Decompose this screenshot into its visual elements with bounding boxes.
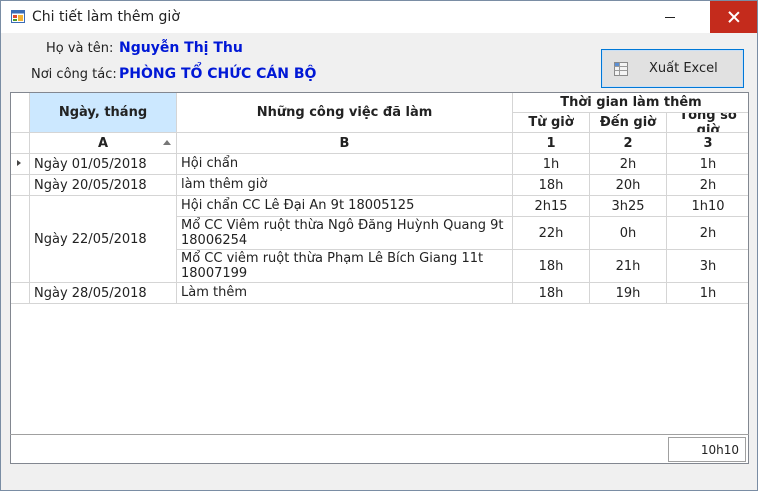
from-cell[interactable]: 18h [513, 283, 590, 304]
row-header[interactable] [11, 175, 30, 196]
column-header-work[interactable]: Những công việc đã làm [177, 93, 513, 133]
sub-header-from[interactable]: 1 [513, 133, 590, 154]
total-cell[interactable]: 1h10 [667, 196, 748, 217]
minimize-icon [665, 16, 675, 18]
to-cell[interactable]: 20h [590, 175, 667, 196]
column-header-date[interactable]: Ngày, tháng [30, 93, 177, 133]
sort-ascending-icon [163, 140, 171, 145]
from-cell[interactable]: 18h [513, 250, 590, 283]
corner-header[interactable] [11, 93, 30, 133]
from-cell[interactable]: 18h [513, 175, 590, 196]
close-button[interactable] [710, 1, 757, 33]
total-cell[interactable]: 1h [667, 283, 748, 304]
sub-header-total[interactable]: 3 [667, 133, 748, 154]
to-cell[interactable]: 2h [590, 154, 667, 175]
dept-value: PHÒNG TỔ CHỨC CÁN BỘ [119, 66, 317, 82]
date-cell[interactable]: Ngày 20/05/2018 [30, 175, 177, 196]
column-header-total[interactable]: Tổng số giờ [667, 113, 748, 133]
app-window: Chi tiết làm thêm giờ Họ và tên: Nguyễn … [0, 0, 758, 491]
sub-header-work[interactable]: B [177, 133, 513, 154]
column-header-to[interactable]: Đến giờ [590, 113, 667, 133]
total-cell[interactable]: 2h [667, 217, 748, 250]
current-row-icon [17, 160, 21, 166]
export-excel-button[interactable]: Xuất Excel [601, 49, 744, 88]
row-header[interactable] [11, 283, 30, 304]
sub-header-to[interactable]: 2 [590, 133, 667, 154]
row-header[interactable] [11, 154, 30, 175]
grand-total-field: 10h10 [668, 437, 746, 462]
row-header[interactable] [11, 196, 30, 283]
total-cell[interactable]: 2h [667, 175, 748, 196]
from-cell[interactable]: 22h [513, 217, 590, 250]
sub-header-date-label: A [97, 135, 109, 151]
from-cell[interactable]: 2h15 [513, 196, 590, 217]
total-cell[interactable]: 1h [667, 154, 748, 175]
minimize-button[interactable] [647, 1, 693, 33]
overtime-grid[interactable]: Ngày, tháng Những công việc đã làm Thời … [10, 92, 749, 464]
work-cell[interactable]: Mổ CC viêm ruột thừa Phạm Lê Bích Giang … [177, 250, 513, 283]
work-cell[interactable]: Mổ CC Viêm ruột thừa Ngô Đăng Huỳnh Quan… [177, 217, 513, 250]
to-cell[interactable]: 0h [590, 217, 667, 250]
work-cell[interactable]: Hội chẩn CC Lê Đại An 9t 18005125 [177, 196, 513, 217]
work-cell[interactable]: làm thêm giờ [177, 175, 513, 196]
date-cell[interactable]: Ngày 28/05/2018 [30, 283, 177, 304]
total-cell[interactable]: 3h [667, 250, 748, 283]
window-title: Chi tiết làm thêm giờ [32, 9, 180, 25]
export-excel-label: Xuất Excel [649, 61, 718, 76]
app-icon [11, 10, 25, 23]
footer-divider [10, 434, 749, 435]
work-cell[interactable]: Làm thêm [177, 283, 513, 304]
from-cell[interactable]: 1h [513, 154, 590, 175]
column-header-from[interactable]: Từ giờ [513, 113, 590, 133]
name-value: Nguyễn Thị Thu [119, 40, 243, 56]
dept-label: Nơi công tác: [31, 67, 117, 82]
title-bar[interactable]: Chi tiết làm thêm giờ [1, 1, 757, 33]
to-cell[interactable]: 21h [590, 250, 667, 283]
to-cell[interactable]: 19h [590, 283, 667, 304]
column-header-overtime-group: Thời gian làm thêm [513, 93, 748, 113]
row-header[interactable] [11, 133, 30, 154]
date-cell[interactable]: Ngày 01/05/2018 [30, 154, 177, 175]
name-label: Họ và tên: [46, 41, 114, 56]
work-cell[interactable]: Hội chẩn [177, 154, 513, 175]
close-icon [728, 11, 740, 23]
to-cell[interactable]: 3h25 [590, 196, 667, 217]
sub-header-date[interactable]: A [30, 133, 177, 154]
date-cell[interactable]: Ngày 22/05/2018 [30, 196, 177, 283]
excel-icon [614, 62, 628, 76]
